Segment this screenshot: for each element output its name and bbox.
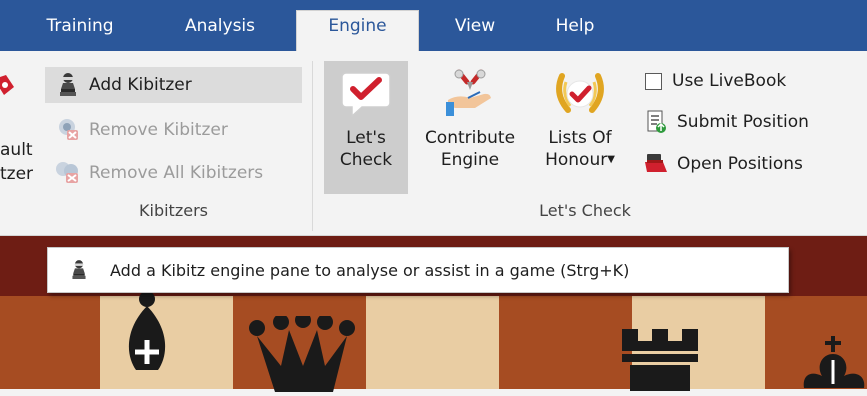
contribute-engine-label-line1: Contribute bbox=[424, 128, 516, 148]
black-king-icon[interactable] bbox=[800, 336, 867, 395]
open-positions-label: Open Positions bbox=[677, 154, 803, 174]
remove-kibitzer-button[interactable]: Remove Kibitzer bbox=[45, 112, 302, 148]
remove-all-kibitzers-button[interactable]: Remove All Kibitzers bbox=[45, 155, 302, 191]
contribute-engine-icon bbox=[412, 61, 528, 127]
add-kibitzer-label: Add Kibitzer bbox=[89, 75, 192, 95]
contribute-engine-label-line2: Engine bbox=[440, 150, 500, 170]
dropdown-arrow-icon: ▼ bbox=[607, 154, 615, 165]
default-kibitzer-label-line1: ault bbox=[0, 140, 33, 160]
kibitzer-icon bbox=[53, 70, 83, 100]
lists-of-honour-icon bbox=[532, 61, 628, 127]
board-square[interactable] bbox=[499, 296, 632, 389]
board-square[interactable] bbox=[0, 296, 100, 389]
group-separator bbox=[312, 61, 313, 231]
black-bishop-icon[interactable] bbox=[112, 290, 182, 394]
tab-training[interactable]: Training bbox=[20, 12, 140, 51]
tab-engine[interactable]: Engine bbox=[296, 10, 419, 54]
lists-of-honour-label-line2-wrap: Honour▼ bbox=[532, 149, 628, 171]
use-livebook-checkbox-box[interactable] bbox=[645, 72, 662, 90]
submit-position-button[interactable]: Submit Position bbox=[633, 104, 863, 140]
black-rook-icon[interactable] bbox=[618, 329, 714, 395]
tab-help[interactable]: Help bbox=[530, 12, 620, 51]
default-kibitzer-label-line2: tzer bbox=[0, 164, 34, 184]
kibitzers-group-label: Kibitzers bbox=[139, 201, 208, 220]
lists-of-honour-label-line1: Lists Of bbox=[548, 128, 612, 148]
kibitzer-icon bbox=[48, 258, 110, 282]
add-kibitzer-button[interactable]: Add Kibitzer bbox=[45, 67, 302, 103]
open-positions-icon bbox=[641, 149, 671, 179]
open-positions-button[interactable]: Open Positions bbox=[633, 146, 863, 182]
tooltip: Add a Kibitz engine pane to analyse or a… bbox=[47, 247, 789, 293]
use-livebook-checkbox[interactable]: Use LiveBook bbox=[633, 65, 853, 97]
lets-check-label-line2: Check bbox=[339, 150, 393, 170]
lists-of-honour-button[interactable]: Lists Of Honour▼ bbox=[532, 61, 628, 194]
black-queen-icon[interactable] bbox=[245, 312, 355, 396]
submit-position-icon bbox=[641, 107, 671, 137]
remove-all-kibitzers-icon bbox=[53, 158, 83, 188]
use-livebook-label: Use LiveBook bbox=[672, 71, 787, 91]
tooltip-text: Add a Kibitz engine pane to analyse or a… bbox=[110, 260, 630, 280]
remove-all-kibitzers-label: Remove All Kibitzers bbox=[89, 163, 264, 183]
submit-position-label: Submit Position bbox=[677, 112, 809, 132]
remove-kibitzer-icon bbox=[53, 115, 83, 145]
board-square[interactable] bbox=[366, 296, 499, 389]
default-kibitzer-icon[interactable] bbox=[0, 69, 20, 105]
menu-bar: Training Analysis Engine View Help bbox=[0, 0, 867, 54]
lists-of-honour-label-line2: Honour bbox=[545, 150, 608, 170]
lets-check-icon bbox=[324, 61, 408, 127]
ribbon: ault tzer Add Kibitzer Remove Kibitzer R… bbox=[0, 51, 867, 236]
remove-kibitzer-label: Remove Kibitzer bbox=[89, 120, 228, 140]
lets-check-button[interactable]: Let's Check bbox=[324, 61, 408, 194]
lets-check-group-label: Let's Check bbox=[539, 201, 631, 220]
contribute-engine-button[interactable]: Contribute Engine bbox=[412, 61, 528, 194]
tab-analysis[interactable]: Analysis bbox=[165, 12, 275, 51]
lets-check-label-line1: Let's bbox=[346, 128, 386, 148]
tab-view[interactable]: View bbox=[430, 12, 520, 51]
